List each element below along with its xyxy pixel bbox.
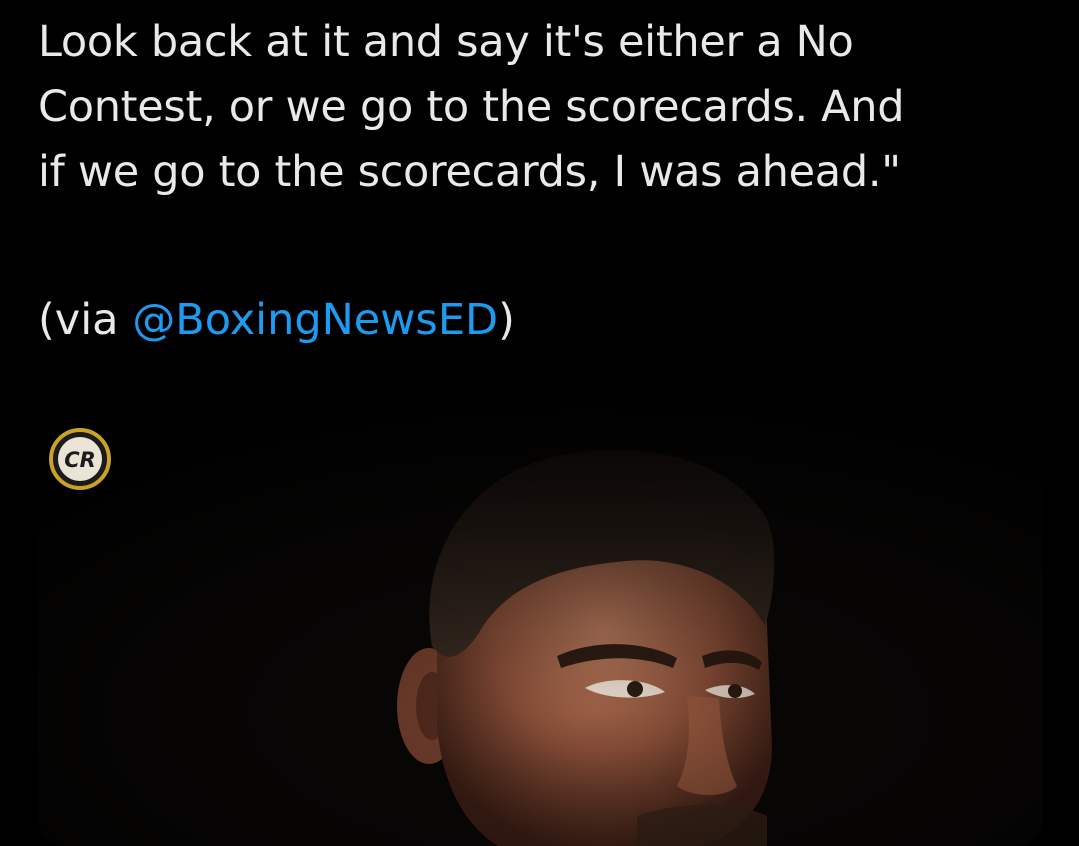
tweet-media-image[interactable]: CR [37,406,1043,846]
attribution-suffix: ) [498,295,515,345]
tweet-text: Look back at it and say it's either a No… [38,10,1068,205]
cr-logo-icon: CR [49,428,111,490]
tweet-text-line-2: Contest, or we go to the scorecards. And [38,82,905,132]
tweet-text-line-1: Look back at it and say it's either a No [38,17,854,67]
tweet-text-line-3: if we go to the scorecards, I was ahead.… [38,147,901,197]
tweet-attribution: (via @BoxingNewsED) [38,288,515,353]
mention-link[interactable]: @BoxingNewsED [132,295,498,345]
attribution-prefix: (via [38,295,133,345]
boxer-portrait-image [37,406,1043,846]
logo-text: CR [64,448,96,472]
